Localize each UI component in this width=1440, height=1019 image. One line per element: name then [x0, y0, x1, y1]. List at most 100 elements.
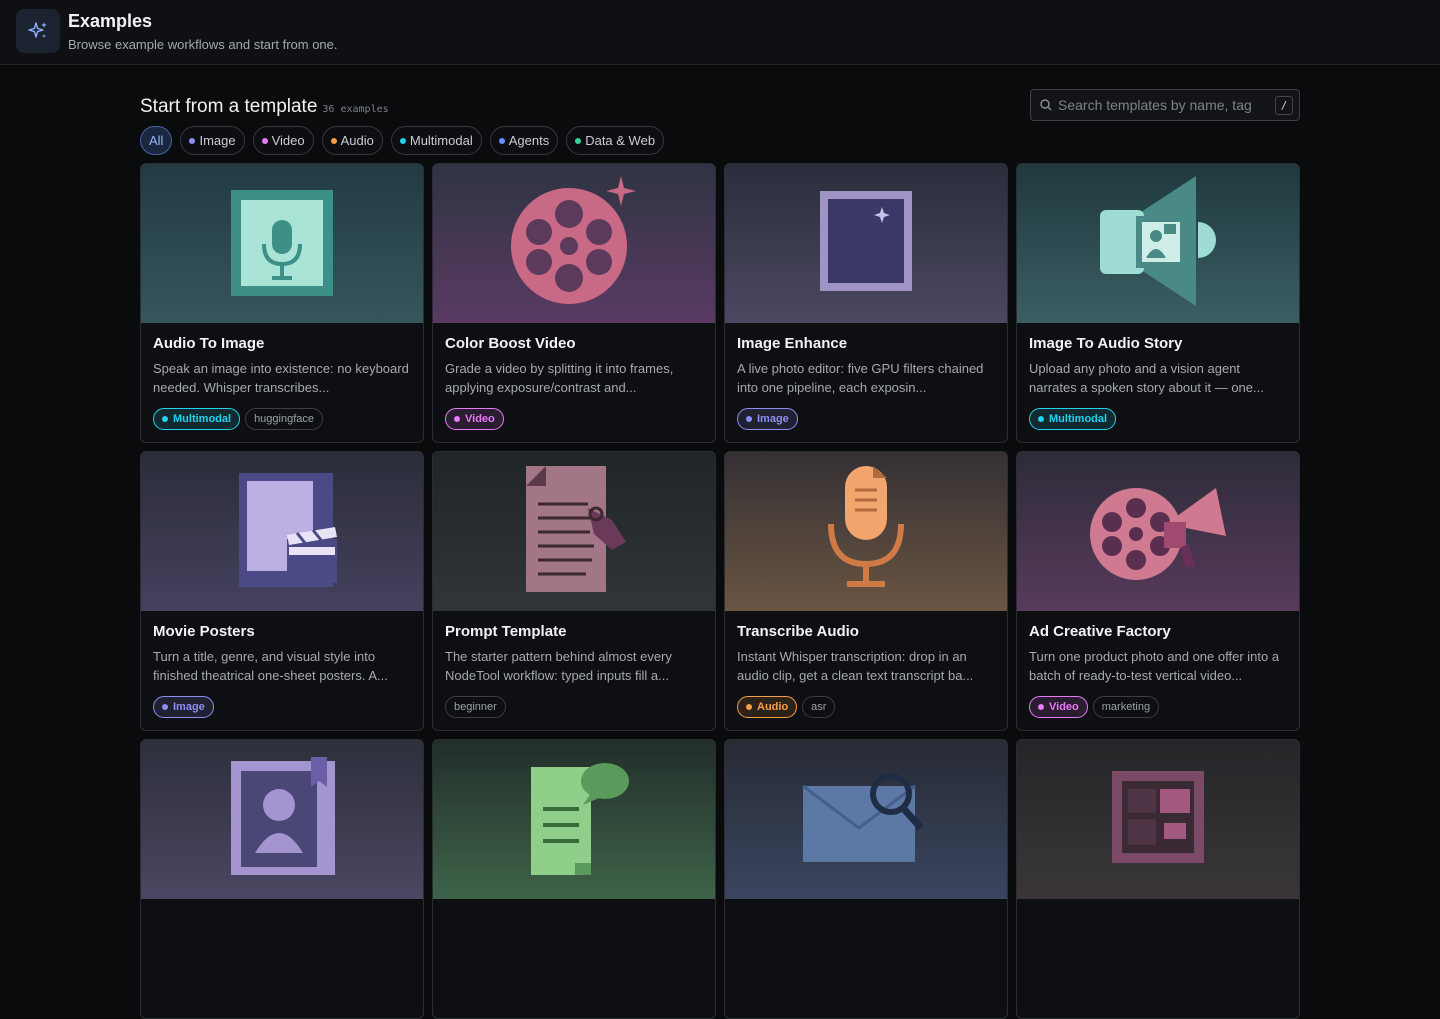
template-thumbnail — [725, 740, 1007, 899]
template-title: Transcribe Audio — [737, 623, 859, 640]
template-card[interactable]: Color Boost Video Grade a video by splitt… — [432, 163, 716, 443]
page-subtitle: Browse example workflows and start from … — [68, 37, 338, 52]
template-title: Movie Posters — [153, 623, 255, 640]
template-tags: Image — [737, 408, 798, 430]
template-card[interactable]: Image To Audio Story Upload any photo and… — [1016, 163, 1300, 443]
category-badge-label: Audio — [757, 701, 789, 713]
category-dot-icon — [189, 137, 196, 144]
section-title: Start from a template — [140, 96, 318, 117]
template-tags: Multimodal huggingface — [153, 408, 324, 430]
film-reel-icon — [509, 176, 639, 311]
template-description: Turn one product photo and one offer int… — [1029, 649, 1280, 683]
filter-chip-label: Multimodal — [409, 133, 473, 148]
category-dot-icon — [746, 704, 752, 710]
template-thumbnail — [141, 740, 423, 899]
category-dot-icon — [1038, 416, 1044, 422]
template-thumbnail — [1017, 164, 1299, 323]
template-card[interactable]: Audio To Image Speak an image into existe… — [140, 163, 424, 443]
template-card[interactable]: Image Enhance A live photo editor: five G… — [724, 163, 1008, 443]
filter-chip-label: Video — [271, 133, 305, 148]
category-badge: Audio — [737, 696, 798, 718]
speaker-photo-icon — [1098, 176, 1218, 311]
search-input[interactable] — [1058, 97, 1275, 113]
template-thumbnail — [1017, 740, 1299, 899]
template-title: Image Enhance — [737, 335, 848, 352]
category-badge: Multimodal — [1029, 408, 1117, 430]
tag-badge: huggingface — [245, 408, 324, 430]
template-title: Color Boost Video — [445, 335, 576, 352]
template-card[interactable]: Ad Creative Factory Turn one product phot… — [1016, 451, 1300, 731]
category-badge-label: Image — [173, 701, 205, 713]
section-heading: Start from a template 36 examples — [140, 96, 389, 118]
template-card[interactable]: Prompt Template The starter pattern behin… — [432, 451, 716, 731]
microphone-image-icon — [227, 186, 337, 301]
category-dot-icon — [498, 137, 505, 144]
category-badge: Image — [153, 696, 214, 718]
poster-clapperboard-icon — [227, 469, 337, 594]
category-badge-label: Video — [465, 413, 495, 425]
filter-chip-data-web[interactable]: Data & Web — [566, 126, 665, 155]
category-dot-icon — [399, 137, 406, 144]
filter-chip-all[interactable]: All — [140, 126, 173, 155]
template-card[interactable] — [724, 739, 1008, 1019]
template-description: Speak an image into existence: no keyboa… — [153, 361, 409, 395]
template-thumbnail — [433, 164, 715, 323]
category-badge: Image — [737, 408, 798, 430]
filter-chip-label: Data & Web — [585, 133, 656, 148]
category-badge-label: Image — [757, 413, 789, 425]
template-description: Turn a title, genre, and visual style in… — [153, 649, 388, 683]
template-tags: Video marketing — [1029, 696, 1160, 718]
category-dot-icon — [575, 137, 582, 144]
template-title: Ad Creative Factory — [1029, 623, 1171, 640]
search-box[interactable]: / — [1030, 89, 1300, 121]
template-description: Instant Whisper transcription: drop in a… — [737, 649, 974, 683]
template-thumbnail — [1017, 452, 1299, 611]
filter-chip-multimodal[interactable]: Multimodal — [390, 126, 482, 155]
page-title: Examples — [68, 11, 153, 31]
filter-chip-image[interactable]: Image — [180, 126, 245, 155]
filter-chip-agents[interactable]: Agents — [489, 126, 559, 155]
category-dot-icon — [261, 137, 268, 144]
filter-chip-label: Image — [199, 133, 236, 148]
category-dot-icon — [162, 704, 168, 710]
template-tags: Audio asr — [737, 696, 836, 718]
envelope-search-icon — [801, 772, 931, 867]
template-description: A live photo editor: five GPU filters ch… — [737, 361, 984, 395]
template-card[interactable] — [140, 739, 424, 1019]
template-thumbnail — [141, 452, 423, 611]
microphone-transcript-icon — [821, 464, 911, 599]
category-dot-icon — [454, 416, 460, 422]
tag-badge: asr — [802, 696, 836, 718]
app-header: Examples Browse example workflows and st… — [0, 0, 1440, 65]
template-card[interactable] — [1016, 739, 1300, 1019]
template-tags: Multimodal — [1029, 408, 1117, 430]
filter-chip-label: Agents — [508, 133, 550, 148]
template-card[interactable] — [432, 739, 716, 1019]
template-thumbnail — [433, 740, 715, 899]
template-description: Upload any photo and a vision agent narr… — [1029, 361, 1264, 395]
template-card[interactable]: Transcribe Audio Instant Whisper transcri… — [724, 451, 1008, 731]
template-description: Grade a video by splitting it into frame… — [445, 361, 674, 395]
category-dot-icon — [330, 137, 337, 144]
tag-badge: marketing — [1092, 696, 1160, 718]
category-badge: Video — [445, 408, 504, 430]
filter-chip-label: All — [149, 133, 164, 148]
template-tags: Image — [153, 696, 214, 718]
category-badge-label: Multimodal — [1049, 413, 1108, 425]
template-thumbnail — [433, 452, 715, 611]
filter-chip-video[interactable]: Video — [252, 126, 314, 155]
template-grid: Audio To Image Speak an image into existe… — [140, 163, 1300, 1019]
reel-megaphone-icon — [1088, 474, 1228, 589]
category-badge-label: Multimodal — [173, 413, 232, 425]
category-badge: Video — [1029, 696, 1088, 718]
template-tags: beginner — [445, 696, 506, 718]
template-card[interactable]: Movie Posters Turn a title, genre, and vi… — [140, 451, 424, 731]
template-thumbnail — [725, 164, 1007, 323]
filter-chip-audio[interactable]: Audio — [321, 126, 383, 155]
sparkles-icon — [16, 9, 60, 53]
portrait-bookmark-icon — [227, 757, 337, 882]
template-title: Prompt Template — [445, 623, 567, 640]
template-title: Image To Audio Story — [1029, 335, 1183, 352]
category-badge: Multimodal — [153, 408, 241, 430]
filter-chip-label: Audio — [340, 133, 374, 148]
